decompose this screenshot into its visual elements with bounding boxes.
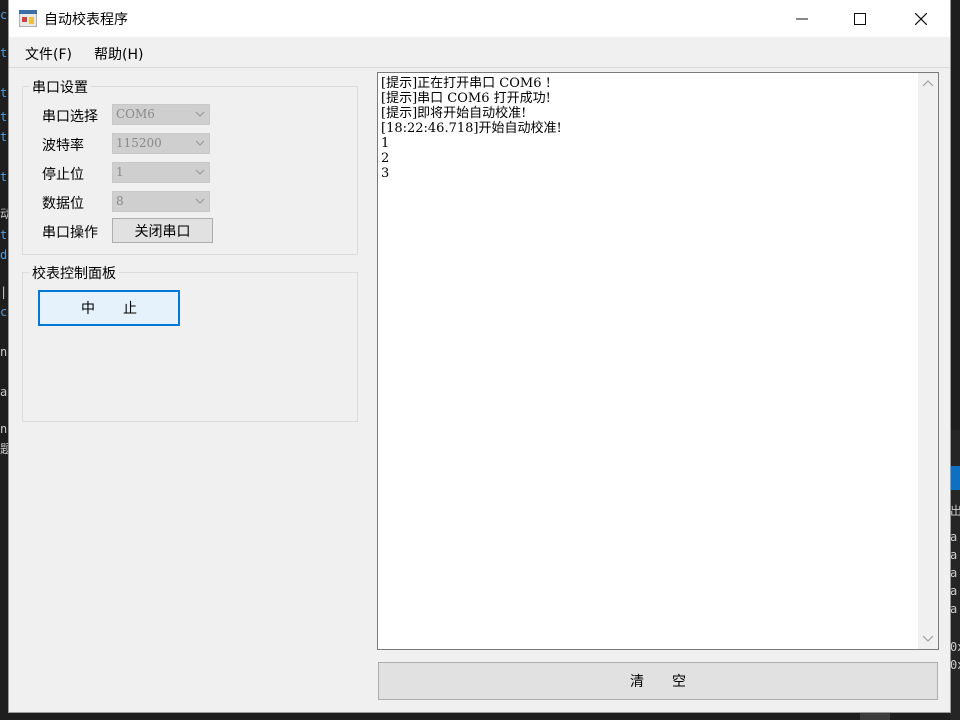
control-panel-title: 校表控制面板 [29,263,119,283]
bg-code-fragment: a [0,385,8,399]
log-line: 2 [381,151,390,166]
chevron-up-icon[interactable] [922,79,934,87]
bg-code-fragment: 0x [950,640,960,654]
port-select[interactable]: COM6 [112,104,210,125]
menu-bar: 文件(F) 帮助(H) [9,37,950,68]
menu-help[interactable]: 帮助(H) [94,44,143,64]
stopbits-select[interactable]: 1 [112,162,210,183]
bg-code-fragment: t [0,86,8,100]
chevron-down-icon [195,169,205,175]
bg-taskbar-fragment [860,712,890,720]
chevron-down-icon [195,111,205,117]
menu-file[interactable]: 文件(F) [25,44,72,64]
maximize-icon [854,12,866,25]
log-line: 3 [381,166,390,181]
chevron-down-icon [195,140,205,146]
baud-select-value: 115200 [116,136,162,150]
databits-select[interactable]: 8 [112,191,210,212]
bg-code-fragment: c [0,305,8,319]
close-button[interactable] [892,0,950,37]
port-select-value: COM6 [116,107,155,121]
window-title: 自动校表程序 [44,12,128,28]
bg-code-fragment: a [950,566,958,580]
bg-code-fragment: n [0,345,8,359]
title-bar: 自动校表程序 [9,0,950,37]
serial-settings-title: 串口设置 [29,77,91,97]
minimize-button[interactable] [773,0,831,37]
close-port-button[interactable]: 关闭串口 [112,218,213,243]
chevron-down-icon [195,198,205,204]
bg-code-fragment: a [950,530,958,544]
log-line: [18:22:46.718]开始自动校准! [381,121,562,136]
close-icon [915,12,927,25]
log-text: [提示]正在打开串口 COM6 ! [提示]串口 COM6 打开成功! [提示]即将… [381,76,562,181]
clear-button[interactable]: 清 空 [378,662,938,700]
bg-side-highlight [950,466,960,490]
bg-code-fragment: n [0,422,8,436]
baud-select[interactable]: 115200 [112,133,210,154]
bg-code-fragment: t [0,228,8,242]
bg-code-fragment: t [0,46,8,60]
port-label: 串口选择 [42,109,98,125]
stopbits-label: 停止位 [42,167,84,183]
bg-code-fragment: | [0,285,8,299]
bg-code-fragment: a [950,584,958,598]
log-line: [提示]串口 COM6 打开成功! [381,91,551,106]
minimize-icon [796,18,808,19]
databits-label: 数据位 [42,196,84,212]
operation-label: 串口操作 [42,225,98,241]
databits-select-value: 8 [116,194,124,208]
bg-code-fragment: t [0,130,8,144]
bg-code-fragment: t [0,110,8,124]
bg-code-fragment: t [0,170,8,184]
log-line: [提示]正在打开串口 COM6 ! [381,76,551,91]
log-output[interactable]: [提示]正在打开串口 COM6 ! [提示]串口 COM6 打开成功! [提示]即将… [377,72,939,650]
bg-code-fragment: a [950,602,958,616]
log-line: [提示]即将开始自动校准! [381,106,527,121]
chevron-down-icon[interactable] [922,635,934,643]
log-scrollbar[interactable] [918,73,938,649]
baud-label: 波特率 [42,138,84,154]
bg-code-fragment: c [0,8,8,22]
maximize-button[interactable] [831,0,889,37]
bg-code-fragment: d [0,248,8,262]
log-line: 1 [381,136,390,151]
bg-code-fragment: a [950,548,958,562]
stopbits-select-value: 1 [116,165,124,179]
bg-code-fragment: 出 [950,504,960,518]
app-window: 自动校表程序 文件(F) 帮助(H) 串口设置 串口选择 COM6 波特率 11… [9,0,950,712]
bg-code-fragment: 0x [950,658,960,672]
stop-button[interactable]: 中 止 [38,290,180,326]
app-icon [19,10,37,27]
